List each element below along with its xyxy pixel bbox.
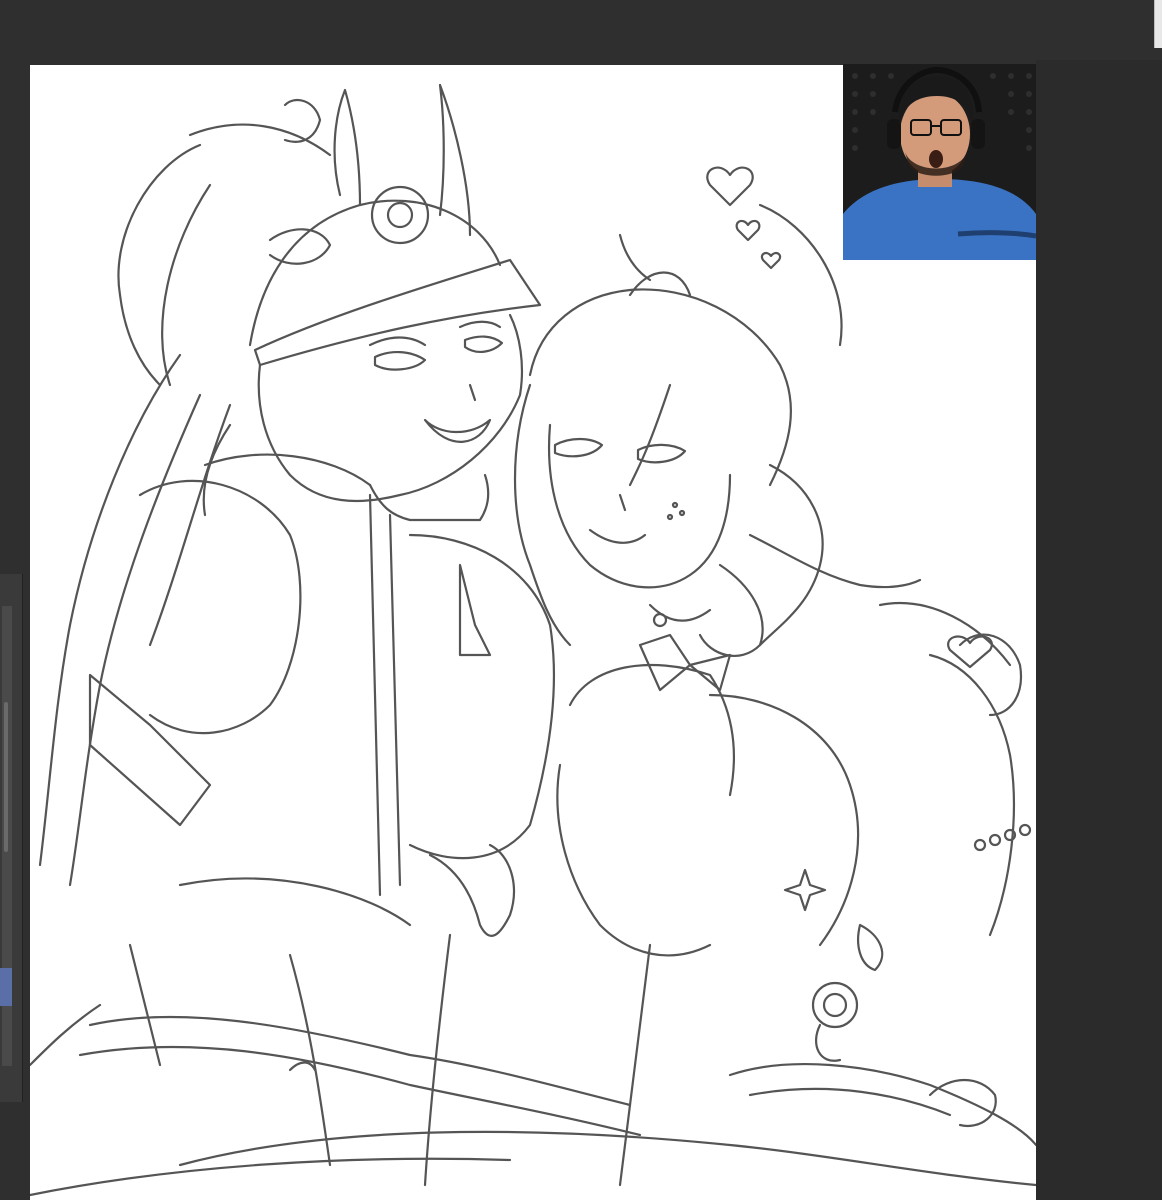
- right-bangs: [628, 383, 672, 487]
- webcam-feed: [843, 64, 1036, 260]
- left-hair-strand-2: [161, 183, 212, 387]
- drawing-app-window: [0, 0, 1162, 1200]
- right-neck: [648, 603, 712, 622]
- helmet-ornament: [268, 228, 332, 265]
- helmet-dome: [248, 199, 502, 347]
- right-hand-bracelet: [928, 1078, 997, 1128]
- left-jacket-edge-2: [388, 513, 402, 887]
- right-hair-flow: [748, 533, 922, 589]
- heart-icon: [706, 166, 754, 207]
- right-bust: [568, 663, 736, 797]
- right-arm-outline: [928, 653, 1016, 937]
- right-brooch-top: [857, 923, 884, 972]
- right-collar-button: [652, 612, 668, 628]
- helmet-emblem-outer: [370, 185, 430, 245]
- right-hair-tuft: [628, 271, 692, 297]
- left-brow-left: [368, 336, 427, 347]
- left-eye-right: [463, 335, 504, 353]
- sleeve-bead-2: [988, 833, 1002, 847]
- right-hair-antenna: [618, 233, 652, 282]
- left-torso: [408, 533, 556, 860]
- layers-panel[interactable]: [0, 574, 23, 1102]
- right-brooch-tail: [815, 1023, 842, 1062]
- left-belt-detail: [288, 1061, 317, 1072]
- right-brooch-outer: [811, 981, 859, 1029]
- helmet-emblem-inner: [386, 201, 414, 229]
- webcam-open-mouth: [929, 150, 943, 168]
- right-nose: [618, 493, 627, 512]
- sleeve-bead-1: [973, 838, 987, 852]
- left-hair-strand: [117, 143, 202, 387]
- left-arm-band: [88, 673, 212, 827]
- right-sidebar: [1036, 60, 1162, 1200]
- freckle-3: [666, 513, 674, 521]
- helmet-crest: [283, 98, 322, 143]
- right-brooch-inner: [822, 992, 848, 1018]
- right-mouth: [588, 528, 647, 544]
- heart-icon: [947, 635, 993, 669]
- sparkle-icon: [783, 868, 827, 912]
- top-right-panel-edge[interactable]: [1154, 0, 1162, 48]
- left-nose: [468, 383, 477, 402]
- freckle-1: [671, 501, 679, 509]
- left-arm-lower: [30, 1003, 102, 1067]
- left-eye-left: [373, 351, 427, 371]
- left-waist-line: [178, 877, 412, 927]
- helmet-horn-right: [438, 83, 472, 237]
- heart-icon: [760, 251, 782, 270]
- left-hair-top: [188, 123, 332, 157]
- left-hair-long-3: [148, 403, 232, 647]
- left-hair-long-2: [68, 393, 202, 887]
- left-zipper-pull: [458, 563, 492, 657]
- right-hand-2: [748, 1087, 952, 1117]
- left-leg-line: [288, 953, 332, 1167]
- left-face-outline: [257, 313, 524, 503]
- left-jacket-edge: [368, 493, 382, 897]
- right-collar-bow-left: [638, 633, 692, 692]
- bottom-curve: [178, 1130, 1036, 1187]
- right-hand: [728, 1063, 1036, 1147]
- left-brow-right: [458, 320, 502, 329]
- left-belt: [88, 1015, 632, 1107]
- right-shoulder: [878, 602, 1012, 667]
- helmet-horn-left: [333, 88, 362, 207]
- freckle-2: [678, 509, 686, 517]
- left-shoulder-line: [203, 453, 372, 487]
- right-torso: [556, 763, 712, 957]
- right-hair-right-curl: [758, 463, 824, 647]
- helmet-visor: [253, 258, 542, 367]
- right-skirt-line: [618, 943, 652, 1187]
- left-belt-2: [78, 1045, 642, 1137]
- right-collar-bow-right: [688, 653, 732, 692]
- left-mouth: [423, 418, 492, 443]
- heart-icon: [735, 219, 761, 242]
- webcam-overlay: [843, 64, 1036, 260]
- sleeve-bead-4: [1018, 823, 1032, 837]
- left-collar: [202, 423, 232, 517]
- right-eye-left: [553, 437, 604, 458]
- left-hair-long: [38, 353, 182, 867]
- layers-scrollbar[interactable]: [4, 702, 8, 852]
- heart-trail: [758, 203, 843, 347]
- bottom-curve-2: [30, 1157, 512, 1197]
- selected-layer-item[interactable]: [0, 968, 12, 1006]
